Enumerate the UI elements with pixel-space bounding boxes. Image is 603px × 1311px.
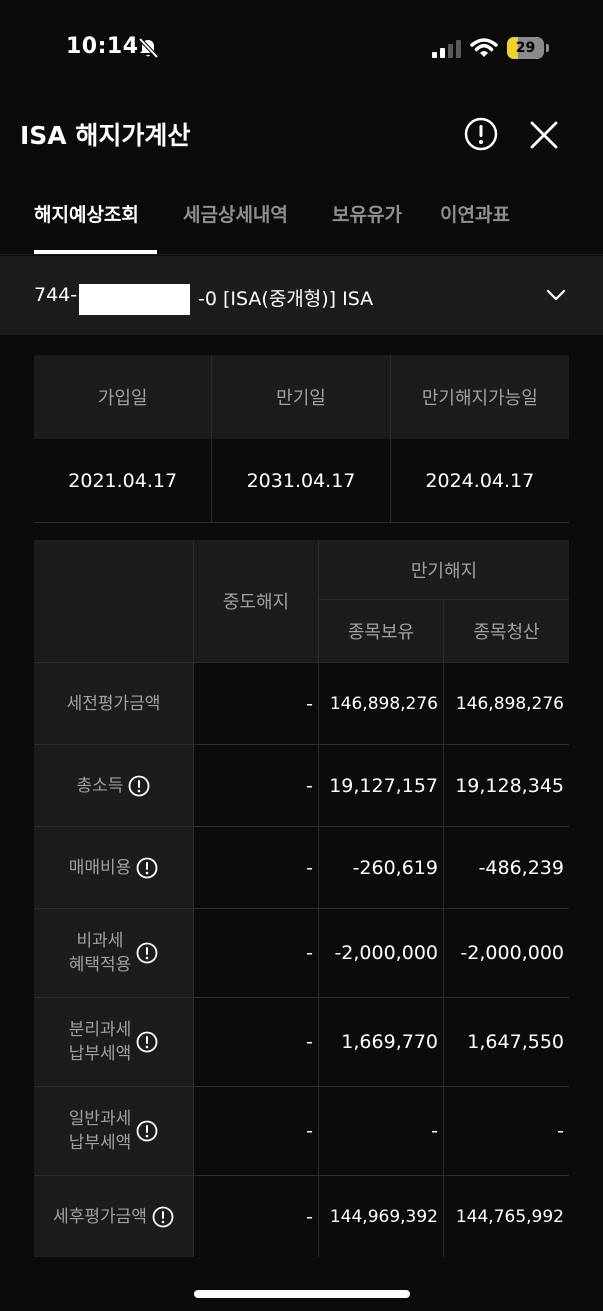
liquidate-value: - bbox=[557, 1120, 564, 1142]
row-label-tax-exempt-benefit: 비과세혜택적용 bbox=[34, 909, 194, 997]
account-dates-table: 가입일 만기일 만기해지가능일 2021.04.17 2031.04.17 20… bbox=[34, 355, 569, 523]
account-number-suffix: -0 [ISA(중개형)] ISA bbox=[198, 288, 374, 310]
table-row: 매매비용 - -260,619 -486,239 bbox=[34, 826, 569, 908]
table-row: 분리과세납부세액 - 1,669,770 1,647,550 bbox=[34, 997, 569, 1086]
liquidate-value: -486,239 bbox=[478, 856, 564, 879]
midterm-value: - bbox=[194, 909, 319, 997]
row-label-text: 비과세혜택적용 bbox=[69, 929, 132, 977]
liquidate-value: 146,898,276 bbox=[455, 693, 564, 714]
active-tab-indicator bbox=[34, 250, 157, 254]
row-label-pretax-value: 세전평가금액 bbox=[34, 663, 194, 744]
table-row: 일반과세납부세액 - - - bbox=[34, 1086, 569, 1175]
dates-value-row: 2021.04.17 2031.04.17 2024.04.17 bbox=[34, 439, 569, 523]
wifi-icon bbox=[470, 38, 498, 57]
table-row: 비과세혜택적용 - -2,000,000 -2,000,000 bbox=[34, 908, 569, 997]
tab-expected-termination[interactable]: 해지예상조회 bbox=[34, 200, 139, 227]
hold-value: -260,619 bbox=[319, 827, 444, 908]
battery-level: 29 bbox=[515, 40, 536, 56]
join-date-value: 2021.04.17 bbox=[34, 439, 213, 522]
table-row: 세전평가금액 - 146,898,276 146,898,276 bbox=[34, 662, 569, 744]
cellular-signal-icon bbox=[432, 40, 461, 58]
info-icon[interactable] bbox=[136, 857, 158, 879]
hold-value: 1,669,770 bbox=[319, 998, 444, 1086]
tab-tax-details[interactable]: 세금상세내역 bbox=[183, 200, 288, 227]
tab-bar: 해지예상조회 세금상세내역 보유유가 이연과표 bbox=[0, 190, 603, 255]
status-time: 10:14 bbox=[66, 34, 139, 59]
hold-value: 146,898,276 bbox=[319, 663, 444, 744]
tab-holdings[interactable]: 보유유가 bbox=[332, 200, 402, 227]
battery-indicator: 29 bbox=[507, 37, 549, 59]
info-icon[interactable] bbox=[136, 1120, 158, 1142]
hold-value: -2,000,000 bbox=[319, 909, 444, 997]
row-label-line2: 납부세액 bbox=[68, 1044, 132, 1064]
liquidate-value: -2,000,000 bbox=[460, 942, 564, 964]
row-label-after-tax-value: 세후평가금액 bbox=[34, 1176, 194, 1257]
midterm-value: - bbox=[194, 663, 319, 744]
hold-value: - bbox=[319, 1087, 444, 1175]
tab-deferred-tax-base[interactable]: 이연과표 bbox=[440, 200, 510, 227]
header-corner bbox=[34, 540, 194, 662]
row-label-text: 총소득 bbox=[76, 775, 124, 796]
chevron-down-icon[interactable] bbox=[545, 286, 567, 304]
row-label-general-tax-payable: 일반과세납부세액 bbox=[34, 1087, 194, 1175]
header-midterm-termination: 중도해지 bbox=[194, 540, 319, 662]
row-label-line2: 납부세액 bbox=[68, 1133, 132, 1153]
termination-calculation-table: 중도해지 만기해지 종목보유 종목청산 세전평가금액 - 146,898,276… bbox=[34, 540, 569, 1257]
midterm-value: - bbox=[194, 1087, 319, 1175]
row-label-text: 일반과세납부세액 bbox=[69, 1107, 132, 1155]
account-number-redaction bbox=[79, 284, 190, 315]
row-label-separate-tax-payable: 분리과세납부세액 bbox=[34, 998, 194, 1086]
header-join-date: 가입일 bbox=[34, 355, 213, 439]
table-header: 중도해지 만기해지 종목보유 종목청산 bbox=[34, 540, 569, 662]
status-bar: 10:14 29 bbox=[0, 0, 603, 96]
row-label-trading-cost: 매매비용 bbox=[34, 827, 194, 908]
liquidate-value: 144,765,992 bbox=[455, 1206, 564, 1227]
header-maturity-termination: 만기해지 bbox=[319, 540, 569, 600]
row-label-text: 세후평가금액 bbox=[53, 1206, 147, 1227]
page-title: ISA 해지가계산 bbox=[20, 121, 191, 150]
row-label-line2: 혜택적용 bbox=[68, 955, 132, 975]
row-label-total-income: 총소득 bbox=[34, 745, 194, 826]
row-label-line1: 일반과세 bbox=[68, 1109, 132, 1129]
row-label-text: 매매비용 bbox=[68, 857, 132, 878]
midterm-value: - bbox=[194, 998, 319, 1086]
row-label-line1: 비과세 bbox=[76, 931, 124, 951]
info-icon[interactable] bbox=[136, 942, 158, 964]
maturity-date-value: 2031.04.17 bbox=[212, 439, 391, 522]
liquidate-value: 1,647,550 bbox=[467, 1031, 564, 1053]
hold-value: 144,969,392 bbox=[319, 1176, 444, 1257]
home-indicator[interactable] bbox=[194, 1290, 410, 1298]
table-row: 세후평가금액 - 144,969,392 144,765,992 bbox=[34, 1175, 569, 1257]
table-row: 총소득 - 19,127,157 19,128,345 bbox=[34, 744, 569, 826]
dates-header-row: 가입일 만기일 만기해지가능일 bbox=[34, 355, 569, 439]
row-label-line1: 분리과세 bbox=[68, 1020, 132, 1040]
account-number-prefix: 744- bbox=[34, 284, 78, 306]
close-icon[interactable] bbox=[529, 120, 559, 150]
row-label-text: 분리과세납부세액 bbox=[69, 1018, 132, 1066]
info-icon[interactable] bbox=[464, 117, 498, 151]
bell-muted-icon bbox=[138, 37, 159, 59]
info-icon[interactable] bbox=[152, 1206, 174, 1228]
hold-value: 19,127,157 bbox=[319, 745, 444, 826]
midterm-value: - bbox=[194, 745, 319, 826]
liquidate-value: 19,128,345 bbox=[455, 774, 564, 797]
header-liquidate-holdings: 종목청산 bbox=[444, 600, 569, 662]
header-keep-holdings: 종목보유 bbox=[319, 600, 444, 662]
maturity-termination-date-value: 2024.04.17 bbox=[425, 469, 535, 492]
info-icon[interactable] bbox=[128, 775, 150, 797]
midterm-value: - bbox=[194, 827, 319, 908]
header-maturity-date: 만기일 bbox=[212, 355, 391, 439]
row-label-text: 세전평가금액 bbox=[66, 693, 161, 714]
midterm-value: - bbox=[194, 1176, 319, 1257]
header-maturity-termination-date: 만기해지가능일 bbox=[421, 388, 538, 409]
info-icon[interactable] bbox=[136, 1031, 158, 1053]
